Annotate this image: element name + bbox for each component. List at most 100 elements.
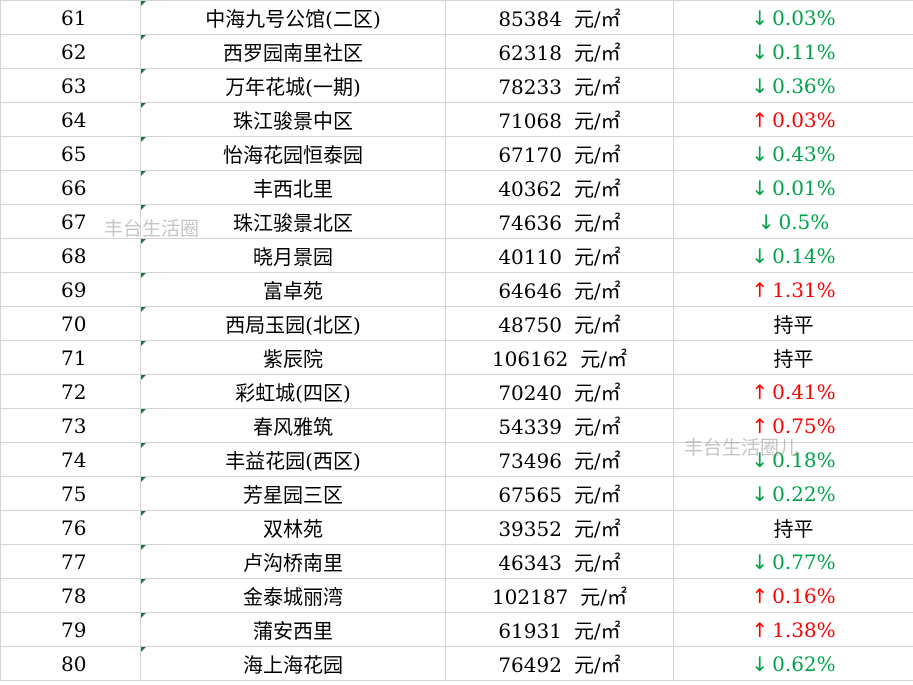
community-name-cell[interactable]: 万年花城(一期) xyxy=(140,68,446,103)
price-cell[interactable]: 40110 元/㎡ xyxy=(445,238,674,273)
price-cell[interactable]: 102187 元/㎡ xyxy=(445,578,674,613)
community-name: 西罗园南里社区 xyxy=(223,41,363,65)
row-number-cell[interactable]: 71 xyxy=(0,340,141,375)
row-number-cell[interactable]: 65 xyxy=(0,136,141,171)
community-name-cell[interactable]: 晓月景园 xyxy=(140,238,446,273)
change-cell[interactable]: ↓ 0.5% xyxy=(673,204,913,239)
community-name-cell[interactable]: 西罗园南里社区 xyxy=(140,34,446,69)
community-name-cell[interactable]: 中海九号公馆(二区) xyxy=(140,0,446,35)
price-cell[interactable]: 39352 元/㎡ xyxy=(445,510,674,545)
price-value: 78233 xyxy=(498,75,562,99)
row-number-cell[interactable]: 62 xyxy=(0,34,141,69)
change-cell[interactable]: ↓ 0.43% xyxy=(673,136,913,171)
community-name-cell[interactable]: 紫辰院 xyxy=(140,340,446,375)
price-unit: 元/㎡ xyxy=(573,211,621,235)
table-row: 66 丰西北里 40362 元/㎡ ↓ 0.01% xyxy=(0,170,913,205)
price-cell[interactable]: 46343 元/㎡ xyxy=(445,544,674,579)
change-cell[interactable]: 持平 xyxy=(673,306,913,341)
price-cell[interactable]: 85384 元/㎡ xyxy=(445,0,674,35)
community-name: 春风雅筑 xyxy=(253,415,333,439)
price-cell[interactable]: 67565 元/㎡ xyxy=(445,476,674,511)
price-cell[interactable]: 64646 元/㎡ xyxy=(445,272,674,307)
price-cell[interactable]: 74636 元/㎡ xyxy=(445,204,674,239)
table-row: 63 万年花城(一期) 78233 元/㎡ ↓ 0.36% xyxy=(0,68,913,103)
community-name-cell[interactable]: 蒲安西里 xyxy=(140,612,446,647)
change-cell[interactable]: ↑ 1.31% xyxy=(673,272,913,307)
change-cell[interactable]: ↓ 0.77% xyxy=(673,544,913,579)
row-number-cell[interactable]: 80 xyxy=(0,646,141,681)
price-cell[interactable]: 67170 元/㎡ xyxy=(445,136,674,171)
change-cell[interactable]: ↓ 0.11% xyxy=(673,34,913,69)
price-cell[interactable]: 61931 元/㎡ xyxy=(445,612,674,647)
change-value: 0.41% xyxy=(772,379,836,404)
community-name-cell[interactable]: 双林苑 xyxy=(140,510,446,545)
change-cell[interactable]: ↓ 0.03% xyxy=(673,0,913,35)
community-name-cell[interactable]: 富卓苑 xyxy=(140,272,446,307)
community-name-cell[interactable]: 珠江骏景北区 xyxy=(140,204,446,239)
arrow-down-icon: ↓ xyxy=(751,549,769,574)
change-value: 0.77% xyxy=(772,549,836,574)
change-cell[interactable]: ↓ 0.22% xyxy=(673,476,913,511)
row-number-cell[interactable]: 64 xyxy=(0,102,141,137)
price-cell[interactable]: 76492 元/㎡ xyxy=(445,646,674,681)
change-cell[interactable]: 持平 xyxy=(673,510,913,545)
price-cell[interactable]: 73496 元/㎡ xyxy=(445,442,674,477)
row-number-cell[interactable]: 78 xyxy=(0,578,141,613)
price-cell[interactable]: 71068 元/㎡ xyxy=(445,102,674,137)
price-cell[interactable]: 48750 元/㎡ xyxy=(445,306,674,341)
price-value: 102187 xyxy=(491,585,569,609)
community-name-cell[interactable]: 丰益花园(西区) xyxy=(140,442,446,477)
change-cell[interactable]: ↓ 0.14% xyxy=(673,238,913,273)
community-name-cell[interactable]: 彩虹城(四区) xyxy=(140,374,446,409)
row-number-cell[interactable]: 79 xyxy=(0,612,141,647)
row-number: 69 xyxy=(61,277,87,302)
community-name-cell[interactable]: 怡海花园恒泰园 xyxy=(140,136,446,171)
community-name-cell[interactable]: 西局玉园(北区) xyxy=(140,306,446,341)
row-number-cell[interactable]: 73 xyxy=(0,408,141,443)
row-number-cell[interactable]: 69 xyxy=(0,272,141,307)
price-unit: 元/㎡ xyxy=(580,347,628,371)
cell-corner-marker xyxy=(141,341,146,346)
community-name-cell[interactable]: 丰西北里 xyxy=(140,170,446,205)
table-row: 65 怡海花园恒泰园 67170 元/㎡ ↓ 0.43% xyxy=(0,136,913,171)
change-cell[interactable]: ↓ 0.62% xyxy=(673,646,913,681)
change-cell[interactable]: 持平 xyxy=(673,340,913,375)
row-number-cell[interactable]: 61 xyxy=(0,0,141,35)
change-cell[interactable]: ↓ 0.36% xyxy=(673,68,913,103)
community-name-cell[interactable]: 珠江骏景中区 xyxy=(140,102,446,137)
row-number: 64 xyxy=(61,107,87,132)
price-cell[interactable]: 70240 元/㎡ xyxy=(445,374,674,409)
change-cell[interactable]: ↑ 0.75% xyxy=(673,408,913,443)
community-name-cell[interactable]: 海上海花园 xyxy=(140,646,446,681)
change-cell[interactable]: ↑ 0.03% xyxy=(673,102,913,137)
row-number-cell[interactable]: 63 xyxy=(0,68,141,103)
community-name-cell[interactable]: 金泰城丽湾 xyxy=(140,578,446,613)
price-cell[interactable]: 40362 元/㎡ xyxy=(445,170,674,205)
community-name-cell[interactable]: 春风雅筑 xyxy=(140,408,446,443)
price-cell[interactable]: 62318 元/㎡ xyxy=(445,34,674,69)
row-number-cell[interactable]: 76 xyxy=(0,510,141,545)
row-number-cell[interactable]: 67 xyxy=(0,204,141,239)
cell-corner-marker xyxy=(141,239,146,244)
price-cell[interactable]: 78233 元/㎡ xyxy=(445,68,674,103)
row-number-cell[interactable]: 77 xyxy=(0,544,141,579)
change-cell[interactable]: ↑ 0.41% xyxy=(673,374,913,409)
price-cell[interactable]: 54339 元/㎡ xyxy=(445,408,674,443)
change-cell[interactable]: ↑ 0.16% xyxy=(673,578,913,613)
change-cell[interactable]: ↓ 0.01% xyxy=(673,170,913,205)
row-number-cell[interactable]: 75 xyxy=(0,476,141,511)
row-number-cell[interactable]: 66 xyxy=(0,170,141,205)
price-unit: 元/㎡ xyxy=(573,619,621,643)
change-value: 0.75% xyxy=(772,413,836,438)
row-number-cell[interactable]: 72 xyxy=(0,374,141,409)
community-name-cell[interactable]: 卢沟桥南里 xyxy=(140,544,446,579)
row-number-cell[interactable]: 70 xyxy=(0,306,141,341)
change-value: 0.01% xyxy=(772,175,836,200)
change-value: 0.16% xyxy=(772,583,836,608)
change-cell[interactable]: ↓ 0.18% xyxy=(673,442,913,477)
row-number-cell[interactable]: 74 xyxy=(0,442,141,477)
price-cell[interactable]: 106162 元/㎡ xyxy=(445,340,674,375)
row-number-cell[interactable]: 68 xyxy=(0,238,141,273)
community-name-cell[interactable]: 芳星园三区 xyxy=(140,476,446,511)
change-cell[interactable]: ↑ 1.38% xyxy=(673,612,913,647)
